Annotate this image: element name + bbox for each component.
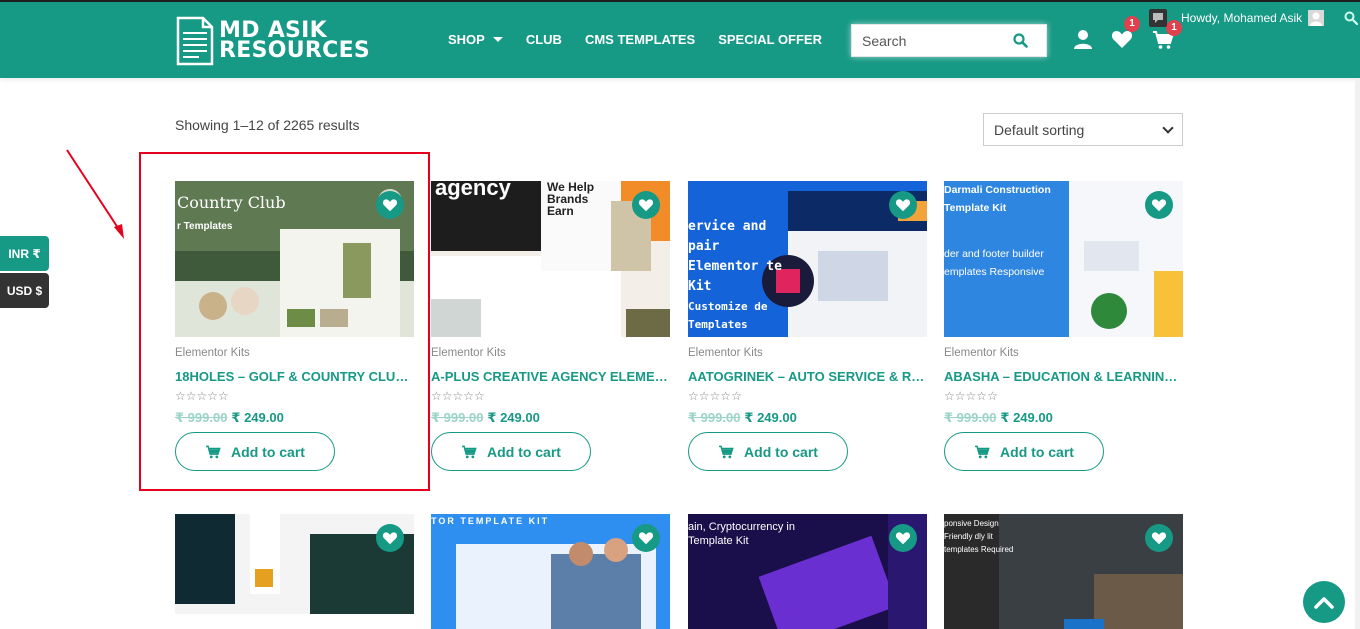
logo-line-2: RESOURCES (219, 38, 371, 63)
product-price: ₹ 999.00 ₹ 249.00 (431, 410, 540, 425)
chevron-down-icon (1162, 121, 1174, 134)
product-title[interactable]: ABASHA – EDUCATION & LEARNING ELEMENTOR … (944, 369, 1184, 384)
thumb-heading: agency (435, 181, 511, 200)
add-to-wishlist-button[interactable] (632, 191, 660, 219)
heart-icon (638, 532, 654, 545)
site-header: MD ASIK RESOURCES SHOP CLUB CMS TEMPLATE… (0, 2, 1360, 78)
result-count: Showing 1–12 of 2265 results (175, 117, 360, 133)
product-title[interactable]: AATOGRINEK – AUTO SERVICE & REPAIR ELEME… (688, 369, 928, 384)
add-to-wishlist-button[interactable] (632, 524, 660, 552)
thumb-heading: ponsive Design Friendly dly lit template… (944, 519, 1014, 554)
cart-icon (461, 445, 477, 459)
add-to-wishlist-button[interactable] (889, 191, 917, 219)
chevron-up-icon (1314, 597, 1334, 609)
nav-club[interactable]: CLUB (526, 32, 562, 47)
currency-inr-button[interactable]: INR ₹ (0, 236, 49, 271)
howdy-text: Howdy, Mohamed Asik (1181, 11, 1303, 25)
product-category[interactable]: Elementor Kits (944, 347, 1019, 359)
heart-icon (638, 199, 654, 212)
product-category[interactable]: Elementor Kits (688, 347, 763, 359)
thumb-heading: Darmali Construction Template Kit (944, 184, 1051, 214)
thumb-subheading: Customize de Templates (688, 300, 768, 331)
arrow-icon (66, 149, 124, 239)
heart-icon (382, 532, 398, 545)
thumb-heading: ervice and pair Elementor te Kit (688, 219, 782, 294)
wishlist-count-badge: 1 (1124, 16, 1140, 32)
add-to-cart-button[interactable]: Add to cart (688, 432, 848, 471)
add-to-wishlist-button[interactable] (1145, 524, 1173, 552)
heart-icon (1151, 532, 1167, 545)
product-title[interactable]: A-PLUS CREATIVE AGENCY ELEMENTOR TEMPLAT… (431, 369, 671, 384)
thumb-heading: TOR TEMPLATE KIT (431, 516, 550, 526)
document-icon (176, 16, 214, 66)
product-thumbnail[interactable]: ain, Cryptocurrency in Template Kit (688, 514, 927, 629)
heart-icon (895, 532, 911, 545)
account-icon[interactable] (1073, 29, 1093, 50)
admin-search-icon[interactable] (1344, 11, 1359, 25)
rating-stars: ☆☆☆☆☆ (688, 389, 742, 403)
search-input[interactable] (852, 25, 1002, 56)
product-thumbnail[interactable]: ponsive Design Friendly dly lit template… (944, 514, 1183, 629)
thumb-heading: ain, Cryptocurrency in Template Kit (688, 521, 795, 547)
chevron-down-icon (492, 37, 503, 42)
heart-icon (1151, 199, 1167, 212)
product-thumbnail[interactable]: ervice and pair Elementor te Kit Customi… (688, 181, 927, 337)
nav-special-offer[interactable]: SPECIAL OFFER (718, 32, 822, 47)
product-thumbnail[interactable]: Darmali Construction Template Kit der an… (944, 181, 1183, 337)
add-to-wishlist-button[interactable] (376, 524, 404, 552)
currency-usd-button[interactable]: USD $ (0, 273, 49, 308)
highlight-box (139, 152, 430, 491)
thumb-subheading: We Help Brands Earn (547, 181, 595, 218)
product-price: ₹ 999.00 ₹ 249.00 (688, 410, 797, 425)
wishlist-icon[interactable] (1111, 29, 1133, 49)
nav-cms-templates[interactable]: CMS TEMPLATES (585, 32, 695, 47)
search-icon[interactable] (1013, 33, 1028, 48)
cart-icon (974, 445, 990, 459)
heart-icon (895, 199, 911, 212)
comment-icon[interactable] (1149, 9, 1167, 27)
product-thumbnail[interactable]: TOR TEMPLATE KIT (431, 514, 670, 629)
rating-stars: ☆☆☆☆☆ (944, 389, 998, 403)
site-logo[interactable]: MD ASIK RESOURCES (175, 15, 370, 67)
product-category[interactable]: Elementor Kits (431, 347, 506, 359)
thumb-subheading: der and footer builder emplates Responsi… (944, 248, 1045, 278)
avatar (1308, 10, 1325, 26)
admin-user-menu[interactable]: Howdy, Mohamed Asik (1149, 9, 1359, 27)
scrollbar[interactable] (1355, 78, 1360, 629)
back-to-top-button[interactable] (1303, 581, 1345, 623)
search-box (851, 24, 1047, 57)
product-thumbnail[interactable]: agency We Help Brands Earn (431, 181, 670, 337)
rating-stars: ☆☆☆☆☆ (431, 389, 485, 403)
sorting-value: Default sorting (994, 121, 1085, 138)
main-nav: SHOP CLUB CMS TEMPLATES SPECIAL OFFER (448, 32, 845, 47)
add-to-wishlist-button[interactable] (889, 524, 917, 552)
cart-icon (718, 445, 734, 459)
nav-shop[interactable]: SHOP (448, 32, 503, 47)
product-thumbnail[interactable] (175, 514, 414, 629)
add-to-wishlist-button[interactable] (1145, 191, 1173, 219)
add-to-cart-button[interactable]: Add to cart (431, 432, 591, 471)
product-price: ₹ 999.00 ₹ 249.00 (944, 410, 1053, 425)
sorting-select[interactable]: Default sorting (983, 113, 1183, 146)
add-to-cart-button[interactable]: Add to cart (944, 432, 1104, 471)
